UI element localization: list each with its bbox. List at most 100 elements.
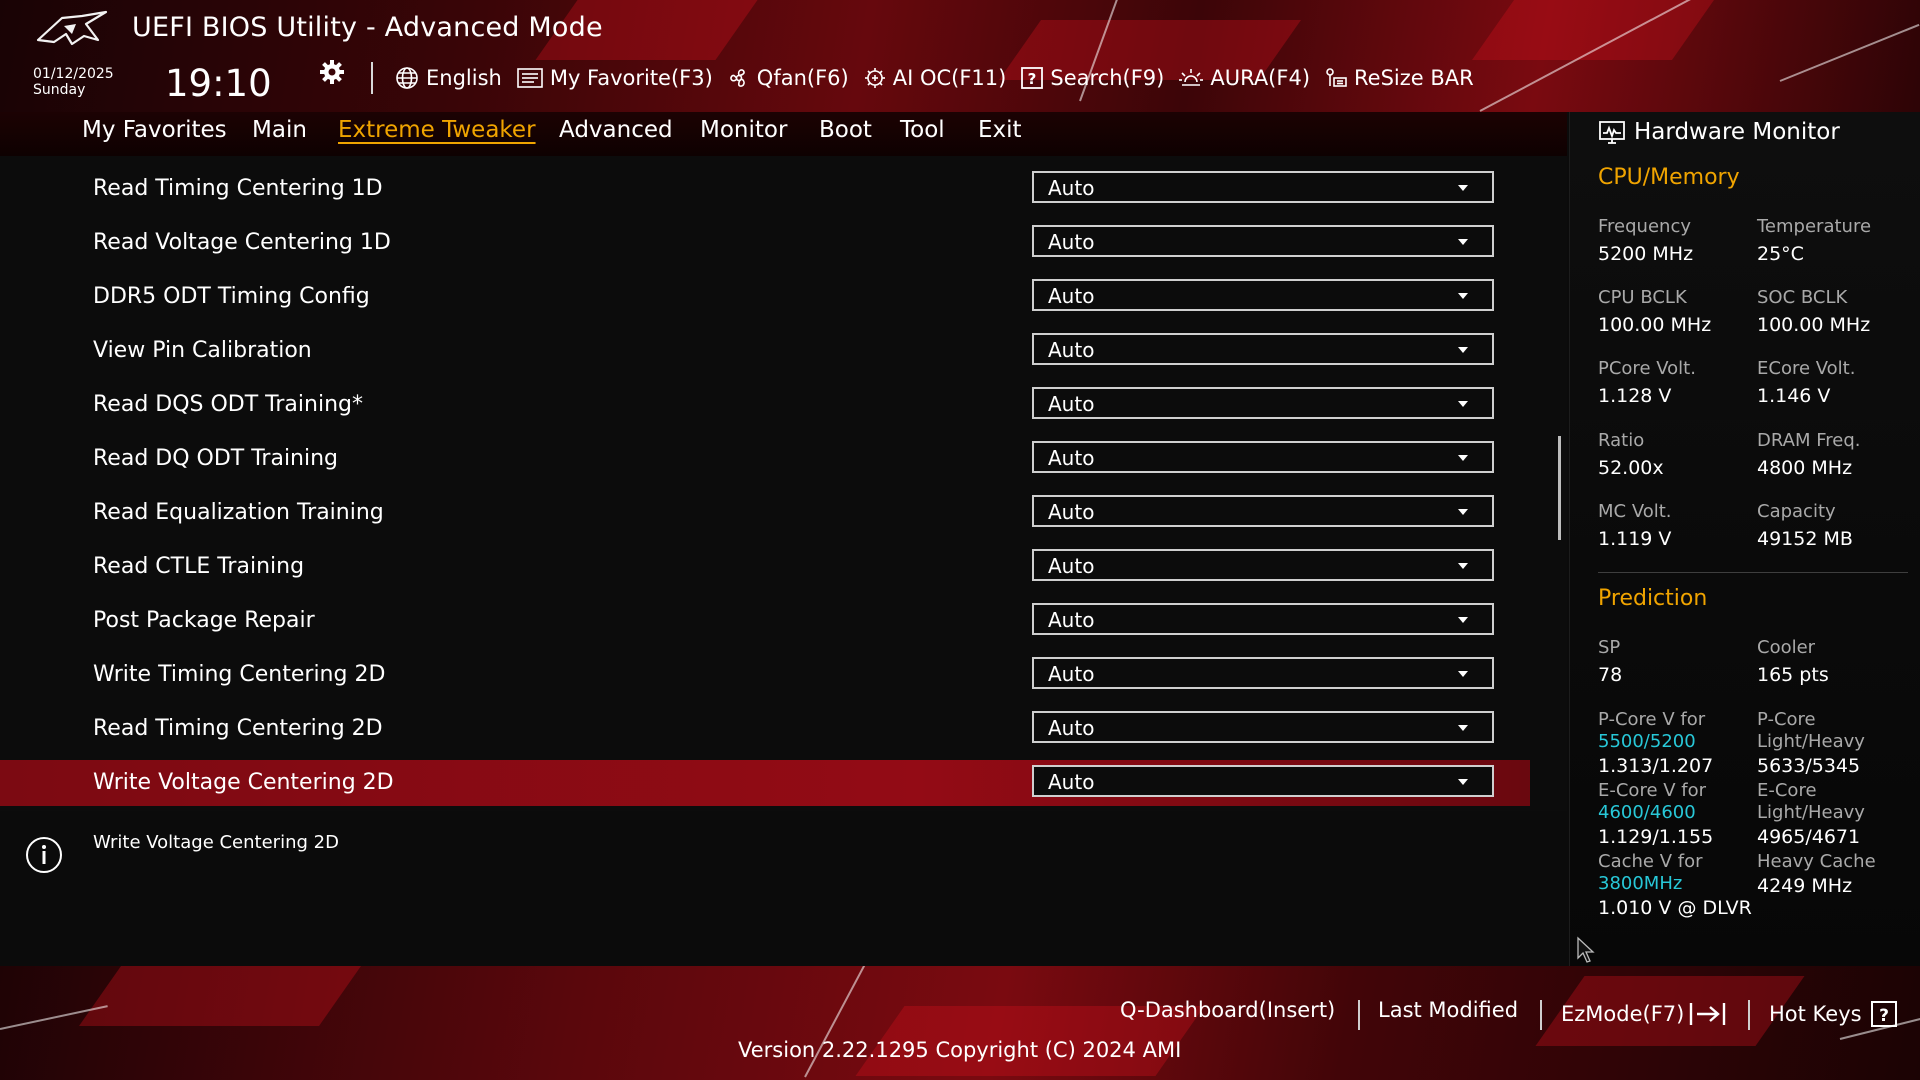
dropdown-arrow-icon <box>1458 617 1468 623</box>
dropdown-arrow-icon <box>1458 563 1468 569</box>
scrollbar[interactable] <box>1558 436 1561 540</box>
ecore-v-value: 1.129/1.155 <box>1598 826 1714 848</box>
ai-chip-icon <box>864 68 885 88</box>
soc-bclk-label: SOC BCLK <box>1757 287 1848 308</box>
search-button[interactable]: ? Search(F9) <box>1020 66 1164 90</box>
ezmode-button[interactable]: EzMode(F7) <box>1561 998 1728 1030</box>
cpu-bclk-value: 100.00 MHz <box>1598 314 1712 336</box>
aura-light-icon <box>1179 69 1204 86</box>
clock-display: 19:10 <box>165 62 272 105</box>
hot-keys-button[interactable]: Hot Keys ? <box>1769 998 1898 1030</box>
pcore-light-heavy-label: P-Core <box>1757 709 1816 730</box>
dropdown-value: Auto <box>1048 446 1095 470</box>
last-modified-button[interactable]: Last Modified <box>1378 998 1518 1030</box>
setting-row[interactable]: Read DQ ODT Training Auto <box>0 436 1530 482</box>
dropdown-arrow-icon <box>1458 455 1468 461</box>
setting-row[interactable]: Read DQS ODT Training* Auto <box>0 382 1530 428</box>
help-question-icon: ? <box>1870 1001 1897 1027</box>
setting-label: View Pin Calibration <box>93 338 312 363</box>
setting-dropdown[interactable]: Auto <box>1032 711 1494 743</box>
pcore-volt-label: PCore Volt. <box>1598 358 1696 379</box>
setting-row[interactable]: Read Voltage Centering 1D Auto <box>0 220 1530 266</box>
svg-text:?: ? <box>1028 70 1037 88</box>
setting-dropdown[interactable]: Auto <box>1032 225 1494 257</box>
ecore-volt-value: 1.146 V <box>1757 385 1831 407</box>
qfan-button[interactable]: Qfan(F6) <box>727 66 849 90</box>
tab-my-favorites[interactable]: My Favorites <box>82 117 227 143</box>
setting-dropdown[interactable]: Auto <box>1032 387 1494 419</box>
qfan-label: Qfan(F6) <box>756 66 849 90</box>
pcore-v-label: P-Core V for <box>1598 709 1706 730</box>
setting-dropdown[interactable]: Auto <box>1032 549 1494 581</box>
footer-divider <box>1748 1000 1750 1030</box>
setting-row[interactable]: Write Timing Centering 2D Auto <box>0 652 1530 698</box>
aura-button[interactable]: AURA(F4) <box>1178 66 1310 90</box>
tab-tool[interactable]: Tool <box>900 117 945 143</box>
dropdown-value: Auto <box>1048 500 1095 524</box>
ecore-light-heavy-value: 4965/4671 <box>1757 826 1861 848</box>
setting-dropdown[interactable]: Auto <box>1032 657 1494 689</box>
monitor-icon <box>1599 121 1625 144</box>
ecore-v-frequency: 4600/4600 <box>1598 802 1696 823</box>
setting-row[interactable]: Read Equalization Training Auto <box>0 490 1530 536</box>
setting-label: Read Equalization Training <box>93 500 384 525</box>
dropdown-arrow-icon <box>1458 671 1468 677</box>
setting-dropdown[interactable]: Auto <box>1032 333 1494 365</box>
header-decoration <box>1471 0 1729 60</box>
setting-dropdown[interactable]: Auto <box>1032 495 1494 527</box>
mouse-cursor-icon <box>1577 936 1595 963</box>
footer-divider <box>1540 1000 1542 1030</box>
hardware-monitor-title: Hardware Monitor <box>1634 119 1840 145</box>
dropdown-arrow-icon <box>1458 779 1468 785</box>
resize-bar-label: ReSize BAR <box>1354 66 1474 90</box>
favorite-icon <box>517 68 543 88</box>
dram-freq-label: DRAM Freq. <box>1757 430 1861 451</box>
dram-freq-value: 4800 MHz <box>1757 457 1853 479</box>
resize-bar-button[interactable]: ReSize BAR <box>1324 66 1474 90</box>
language-button[interactable]: English <box>394 65 502 91</box>
temperature-label: Temperature <box>1757 216 1872 237</box>
setting-row[interactable]: View Pin Calibration Auto <box>0 328 1530 374</box>
setting-dropdown[interactable]: Auto <box>1032 765 1494 797</box>
dropdown-value: Auto <box>1048 770 1095 794</box>
tab-boot[interactable]: Boot <box>819 117 872 143</box>
setting-row-selected[interactable]: Write Voltage Centering 2D Auto <box>0 760 1530 806</box>
footer-bar: Q-Dashboard(Insert) Last Modified EzMode… <box>0 966 1920 1080</box>
settings-list: Read Timing Centering 1D Auto Read Volta… <box>0 156 1567 811</box>
tab-main[interactable]: Main <box>252 117 307 143</box>
setting-dropdown[interactable]: Auto <box>1032 603 1494 635</box>
dropdown-arrow-icon <box>1458 347 1468 353</box>
temperature-value: 25°C <box>1757 243 1804 265</box>
ecore-light-heavy-sublabel: Light/Heavy <box>1757 802 1865 823</box>
my-favorite-button[interactable]: My Favorite(F3) <box>516 66 713 90</box>
tab-monitor[interactable]: Monitor <box>700 117 787 143</box>
my-favorite-label: My Favorite(F3) <box>549 66 713 90</box>
tab-exit[interactable]: Exit <box>978 117 1022 143</box>
setting-dropdown[interactable]: Auto <box>1032 171 1494 203</box>
setting-dropdown[interactable]: Auto <box>1032 441 1494 473</box>
date-text: 01/12/2025 <box>33 66 114 82</box>
dropdown-value: Auto <box>1048 230 1095 254</box>
setting-label: Write Timing Centering 2D <box>93 662 386 687</box>
setting-row[interactable]: Post Package Repair Auto <box>0 598 1530 644</box>
ai-oc-button[interactable]: AI OC(F11) <box>863 66 1006 90</box>
dropdown-value: Auto <box>1048 608 1095 632</box>
setting-label: Read Timing Centering 2D <box>93 716 383 741</box>
setting-row[interactable]: Read Timing Centering 1D Auto <box>0 166 1530 212</box>
dropdown-value: Auto <box>1048 392 1095 416</box>
q-dashboard-button[interactable]: Q-Dashboard(Insert) <box>1120 998 1335 1030</box>
search-help-icon: ? <box>1021 67 1044 89</box>
tab-extreme-tweaker[interactable]: Extreme Tweaker <box>338 117 536 143</box>
resize-bar-icon <box>1326 68 1347 87</box>
dropdown-value: Auto <box>1048 554 1095 578</box>
setting-row[interactable]: Read CTLE Training Auto <box>0 544 1530 590</box>
day-text: Sunday <box>33 82 86 98</box>
setting-row[interactable]: Read Timing Centering 2D Auto <box>0 706 1530 752</box>
gear-icon[interactable] <box>318 58 346 86</box>
hardware-monitor-panel: Hardware Monitor CPU/Memory Frequency 52… <box>1569 112 1920 968</box>
setting-dropdown[interactable]: Auto <box>1032 279 1494 311</box>
tab-advanced[interactable]: Advanced <box>559 117 673 143</box>
setting-row[interactable]: DDR5 ODT Timing Config Auto <box>0 274 1530 320</box>
header-streak <box>1779 23 1920 82</box>
dropdown-arrow-icon <box>1458 509 1468 515</box>
